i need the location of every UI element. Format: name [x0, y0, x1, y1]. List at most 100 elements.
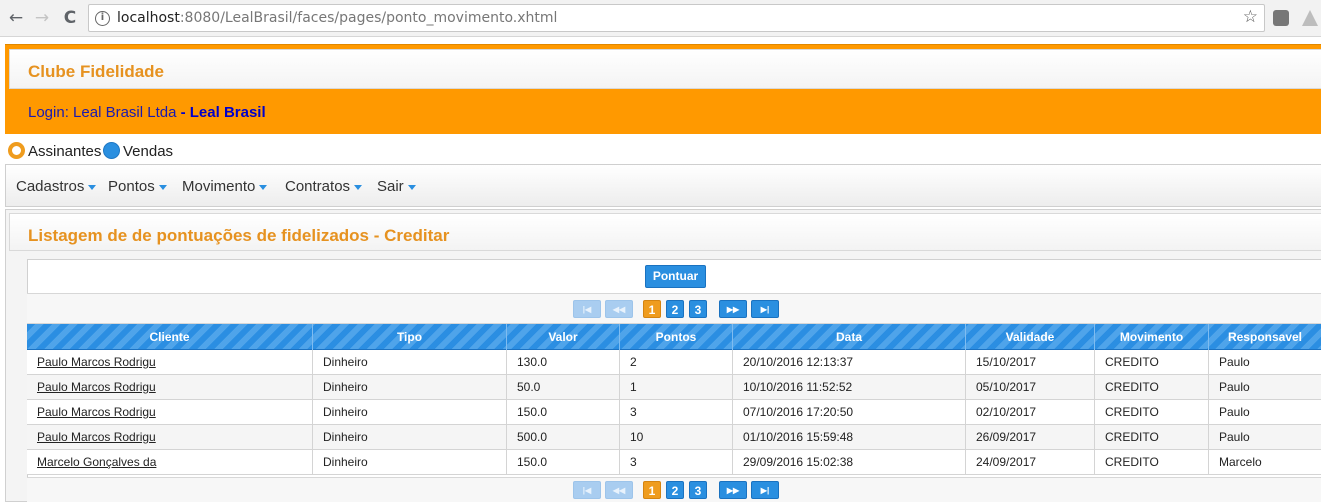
next-page-icon[interactable]: ▶▶	[719, 300, 747, 318]
caret-down-icon	[158, 184, 167, 190]
cell-tipo: Dinheiro	[313, 425, 507, 450]
login-user: - Leal Brasil	[176, 104, 266, 121]
col-header-cliente[interactable]: Cliente	[27, 324, 313, 350]
reload-icon[interactable]: C	[60, 8, 80, 28]
bookmark-star-icon[interactable]: ☆	[1243, 7, 1258, 27]
cell-pontos: 1	[620, 375, 733, 400]
cell-valor: 500.0	[507, 425, 620, 450]
cell-validade: 05/10/2017	[966, 375, 1095, 400]
cell-cliente: Paulo Marcos Rodrigu	[27, 425, 313, 450]
cliente-link[interactable]: Marcelo Gonçalves da	[37, 455, 156, 469]
menu-sair[interactable]: Sair	[377, 178, 416, 195]
cell-validade: 24/09/2017	[966, 450, 1095, 475]
info-icon[interactable]: i	[95, 11, 110, 26]
page-link-1[interactable]: 1	[643, 481, 661, 499]
menu-pontos-label: Pontos	[108, 178, 155, 195]
cell-cliente: Marcelo Gonçalves da	[27, 450, 313, 475]
url-host: localhost	[117, 10, 180, 26]
menu-movimento[interactable]: Movimento	[182, 178, 268, 195]
paginator-top: |◀ ◀◀ 1 2 3 ▶▶ ▶|	[27, 294, 1321, 324]
cell-pontos: 10	[620, 425, 733, 450]
cell-validade: 15/10/2017	[966, 350, 1095, 375]
cell-movimento: CREDITO	[1095, 400, 1209, 425]
caret-down-icon	[259, 184, 268, 190]
menu-contratos[interactable]: Contratos	[285, 178, 363, 195]
cliente-link[interactable]: Paulo Marcos Rodrigu	[37, 430, 156, 444]
first-page-icon[interactable]: |◀	[573, 300, 601, 318]
page-link-3[interactable]: 3	[689, 481, 707, 499]
cell-tipo: Dinheiro	[313, 375, 507, 400]
address-bar[interactable]: i localhost:8080/LealBrasil/faces/pages/…	[88, 4, 1265, 32]
radio-vendas[interactable]	[103, 142, 120, 159]
cliente-link[interactable]: Paulo Marcos Rodrigu	[37, 380, 156, 394]
cliente-link[interactable]: Paulo Marcos Rodrigu	[37, 355, 156, 369]
prev-page-icon[interactable]: ◀◀	[605, 300, 633, 318]
app-root: ← → C i localhost:8080/LealBrasil/faces/…	[0, 0, 1321, 502]
cliente-link[interactable]: Paulo Marcos Rodrigu	[37, 405, 156, 419]
page-link-1[interactable]: 1	[643, 300, 661, 318]
cell-responsavel: Paulo	[1219, 380, 1250, 394]
page-link-3[interactable]: 3	[689, 300, 707, 318]
cell-tipo: Dinheiro	[313, 450, 507, 475]
cell-data: 07/10/2016 17:20:50	[733, 400, 966, 425]
login-company: Login: Leal Brasil Ltda	[28, 104, 177, 121]
table-row: Paulo Marcos Rodrigu Dinheiro 130.0 2 20…	[27, 350, 1321, 375]
radio-assinantes-label[interactable]: Assinantes	[28, 143, 101, 160]
caret-down-icon	[407, 184, 416, 190]
col-header-responsavel[interactable]: Responsavel	[1209, 324, 1321, 350]
table-row: Paulo Marcos Rodrigu Dinheiro 150.0 3 07…	[27, 400, 1321, 425]
site-title: Clube Fidelidade	[28, 62, 165, 81]
table-row: Marcelo Gonçalves da Dinheiro 150.0 3 29…	[27, 450, 1321, 475]
page-link-2[interactable]: 2	[666, 300, 684, 318]
cell-responsavel: Paulo	[1219, 405, 1250, 419]
cell-responsavel: Paulo	[1219, 355, 1250, 369]
radio-vendas-label[interactable]: Vendas	[123, 143, 173, 160]
table-row: Paulo Marcos Rodrigu Dinheiro 500.0 10 0…	[27, 425, 1321, 450]
cell-valor: 130.0	[507, 350, 620, 375]
browser-toolbar: ← → C i localhost:8080/LealBrasil/faces/…	[0, 0, 1321, 37]
drive-extension-icon[interactable]	[1302, 10, 1318, 26]
cell-movimento: CREDITO	[1095, 375, 1209, 400]
table-row: Paulo Marcos Rodrigu Dinheiro 50.0 1 10/…	[27, 375, 1321, 400]
header-title-bar: Clube Fidelidade	[9, 49, 1321, 89]
pontuar-button[interactable]: Pontuar	[645, 265, 706, 288]
main-menubar: Cadastros Pontos Movimento Contratos Sai…	[5, 164, 1321, 207]
col-header-data[interactable]: Data	[733, 324, 966, 350]
cell-valor: 150.0	[507, 450, 620, 475]
cell-validade: 02/10/2017	[966, 400, 1095, 425]
paginator-bottom: |◀ ◀◀ 1 2 3 ▶▶ ▶|	[27, 477, 1321, 502]
last-page-icon[interactable]: ▶|	[751, 300, 779, 318]
url-text[interactable]: localhost:8080/LealBrasil/faces/pages/po…	[117, 10, 557, 26]
caret-down-icon	[88, 184, 97, 190]
cell-tipo: Dinheiro	[313, 350, 507, 375]
menu-pontos[interactable]: Pontos	[108, 178, 167, 195]
extension-icon[interactable]	[1273, 10, 1289, 26]
table-header: Cliente Tipo Valor Pontos Data Validade …	[27, 324, 1321, 350]
page-link-2[interactable]: 2	[666, 481, 684, 499]
cell-validade: 26/09/2017	[966, 425, 1095, 450]
col-header-valor[interactable]: Valor	[507, 324, 620, 350]
first-page-icon[interactable]: |◀	[573, 481, 601, 499]
cell-valor: 50.0	[507, 375, 620, 400]
cell-pontos: 3	[620, 400, 733, 425]
last-page-icon[interactable]: ▶|	[751, 481, 779, 499]
cell-movimento: CREDITO	[1095, 425, 1209, 450]
cell-tipo: Dinheiro	[313, 400, 507, 425]
forward-arrow-icon[interactable]: →	[32, 8, 52, 28]
col-header-validade[interactable]: Validade	[966, 324, 1095, 350]
next-page-icon[interactable]: ▶▶	[719, 481, 747, 499]
prev-page-icon[interactable]: ◀◀	[605, 481, 633, 499]
col-header-tipo[interactable]: Tipo	[313, 324, 507, 350]
cell-pontos: 3	[620, 450, 733, 475]
back-arrow-icon[interactable]: ←	[6, 8, 26, 28]
datatable-toolbar: Pontuar	[27, 259, 1321, 294]
panel-title-bar: Listagem de de pontuações de fidelizados…	[9, 213, 1321, 251]
menu-cadastros[interactable]: Cadastros	[16, 178, 97, 195]
cell-valor: 150.0	[507, 400, 620, 425]
radio-assinantes[interactable]	[8, 142, 25, 159]
col-header-pontos[interactable]: Pontos	[620, 324, 733, 350]
menu-cadastros-label: Cadastros	[16, 178, 85, 195]
cell-movimento: CREDITO	[1095, 350, 1209, 375]
col-header-movimento[interactable]: Movimento	[1095, 324, 1209, 350]
cell-cliente: Paulo Marcos Rodrigu	[27, 350, 313, 375]
